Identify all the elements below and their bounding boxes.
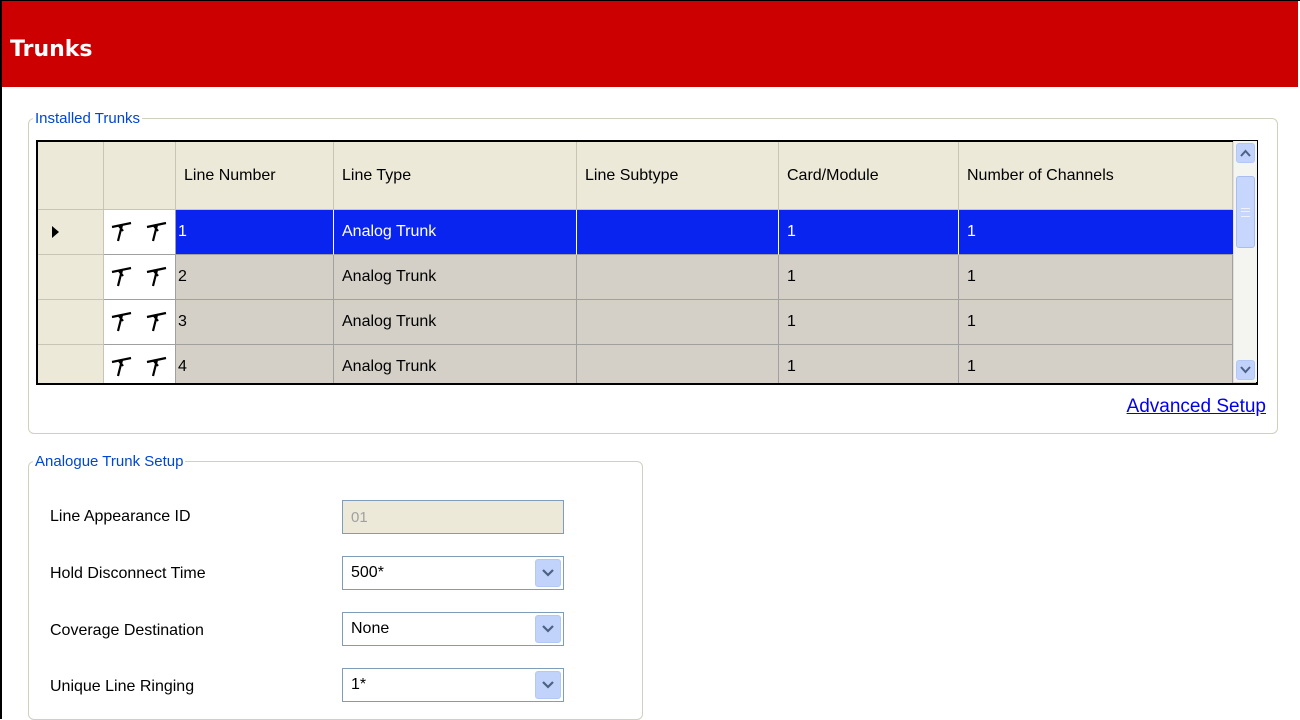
unique-line-ringing-select[interactable]: 1* — [342, 668, 564, 702]
title-bar: Trunks — [2, 1, 1298, 87]
cell-line-subtype — [577, 210, 779, 255]
trunks-grid[interactable]: Line Number Line Type Line Subtype Card/… — [36, 140, 1258, 385]
trunk-line-icon — [111, 356, 131, 377]
grip-icon — [1241, 207, 1250, 217]
col-header-line-number[interactable]: Line Number — [176, 142, 334, 210]
cell-line-number: 2 — [176, 255, 334, 300]
col-header-card-module[interactable]: Card/Module — [779, 142, 959, 210]
trunk-line-icon — [111, 311, 131, 332]
grid-icon-header — [104, 142, 176, 210]
cell-number-of-channels: 1 — [959, 345, 1233, 383]
scroll-up-button[interactable] — [1236, 143, 1255, 163]
cell-number-of-channels: 1 — [959, 210, 1233, 255]
cell-line-number: 4 — [176, 345, 334, 383]
cell-line-number: 1 — [176, 210, 334, 255]
trunk-icon-cell — [104, 345, 176, 383]
trunk-line-icon — [147, 221, 167, 242]
dropdown-arrow-icon — [542, 681, 554, 689]
scroll-thumb[interactable] — [1236, 176, 1255, 248]
cell-card-module: 1 — [779, 300, 959, 345]
dropdown-button[interactable] — [535, 671, 561, 699]
trunk-line-icon — [147, 356, 167, 377]
trunk-icon-cell — [104, 255, 176, 300]
dropdown-arrow-icon — [542, 569, 554, 577]
row-header-cell[interactable] — [38, 300, 104, 345]
scroll-down-button[interactable] — [1236, 360, 1255, 380]
row-pointer-cell[interactable] — [38, 210, 104, 255]
line-appearance-id-label: Line Appearance ID — [50, 508, 191, 525]
cell-card-module: 1 — [779, 345, 959, 383]
cell-line-type: Analog Trunk — [334, 300, 577, 345]
trunk-line-icon — [111, 221, 131, 242]
cell-number-of-channels: 1 — [959, 300, 1233, 345]
advanced-setup-link[interactable]: Advanced Setup — [1127, 396, 1266, 418]
hold-disconnect-time-select[interactable]: 500* — [342, 556, 564, 590]
coverage-destination-label: Coverage Destination — [50, 622, 204, 639]
cell-line-subtype — [577, 255, 779, 300]
cell-number-of-channels: 1 — [959, 255, 1233, 300]
row-pointer-icon — [51, 226, 59, 238]
grid-vertical-scrollbar[interactable] — [1233, 141, 1257, 382]
col-header-number-of-channels[interactable]: Number of Channels — [959, 142, 1233, 210]
analogue-trunk-setup-legend: Analogue Trunk Setup — [35, 453, 184, 470]
row-header-cell[interactable] — [38, 345, 104, 383]
coverage-destination-select[interactable]: None — [342, 612, 564, 646]
cell-card-module: 1 — [779, 210, 959, 255]
cell-line-type: Analog Trunk — [334, 255, 577, 300]
line-appearance-id-field[interactable]: 01 — [342, 500, 564, 534]
trunk-icon-cell — [104, 300, 176, 345]
unique-line-ringing-label: Unique Line Ringing — [50, 678, 195, 695]
trunk-line-icon — [111, 266, 131, 287]
installed-trunks-legend: Installed Trunks — [35, 110, 141, 127]
row-header-cell[interactable] — [38, 255, 104, 300]
cell-line-subtype — [577, 345, 779, 383]
scroll-up-icon — [1240, 149, 1251, 157]
dropdown-button[interactable] — [535, 615, 561, 643]
hold-disconnect-time-value: 500* — [351, 564, 384, 581]
grid-corner-header — [38, 142, 104, 210]
col-header-line-type[interactable]: Line Type — [334, 142, 577, 210]
cell-line-subtype — [577, 300, 779, 345]
unique-line-ringing-value: 1* — [351, 676, 367, 693]
col-header-line-subtype[interactable]: Line Subtype — [577, 142, 779, 210]
cell-line-type: Analog Trunk — [334, 345, 577, 383]
cell-line-number: 3 — [176, 300, 334, 345]
hold-disconnect-time-label: Hold Disconnect Time — [50, 565, 206, 582]
trunk-icon-cell — [104, 210, 176, 255]
dropdown-arrow-icon — [542, 625, 554, 633]
page-title: Trunks — [10, 37, 93, 62]
coverage-destination-value: None — [351, 620, 390, 637]
scroll-down-icon — [1240, 366, 1251, 374]
cell-line-type: Analog Trunk — [334, 210, 577, 255]
trunk-line-icon — [147, 266, 167, 287]
cell-card-module: 1 — [779, 255, 959, 300]
dropdown-button[interactable] — [535, 559, 561, 587]
trunk-line-icon — [147, 311, 167, 332]
